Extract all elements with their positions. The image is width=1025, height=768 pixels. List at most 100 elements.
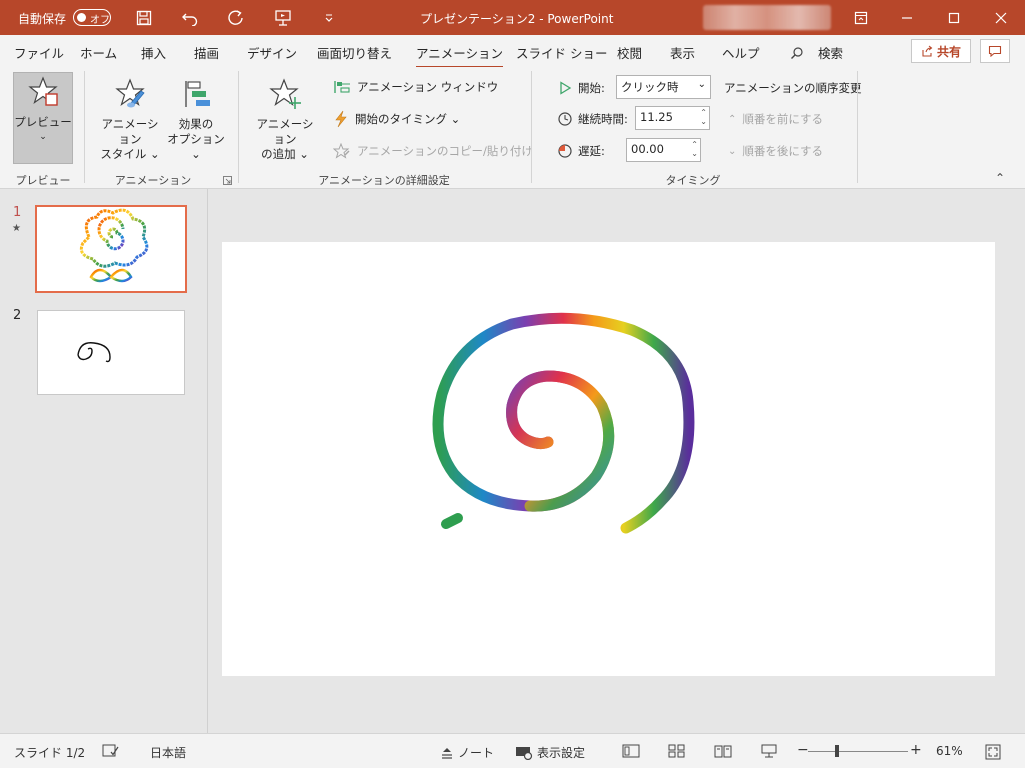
display-settings-icon	[516, 746, 533, 760]
flower-drawing	[79, 208, 149, 283]
tab-draw[interactable]: 描画	[194, 43, 219, 62]
duration-label-row: 継続時間:	[558, 111, 628, 127]
duration-label: 継続時間:	[578, 112, 628, 126]
tab-design[interactable]: デザイン	[247, 43, 297, 62]
zoom-slider-thumb[interactable]	[835, 745, 839, 757]
zoom-slider-track[interactable]	[808, 751, 908, 752]
trigger-button[interactable]: 開始のタイミング ⌄	[333, 110, 460, 128]
language-indicator[interactable]: 日本語	[150, 744, 186, 761]
undo-icon[interactable]	[179, 7, 201, 29]
animation-pane-button[interactable]: アニメーション ウィンドウ	[333, 79, 498, 95]
move-later-label: 順番を後にする	[742, 144, 824, 158]
customize-qat-icon[interactable]	[318, 7, 340, 29]
zoom-out-icon[interactable]: −	[797, 742, 809, 758]
animation-dialog-launcher-icon[interactable]	[223, 174, 232, 188]
spiral-sketch	[77, 342, 111, 363]
lightning-icon	[335, 110, 347, 128]
slideshow-view-icon[interactable]	[760, 744, 778, 758]
group-divider	[84, 71, 85, 183]
maximize-icon[interactable]	[943, 7, 965, 29]
effect-options-button[interactable]: 効果の オプション ⌄	[165, 77, 227, 162]
normal-view-icon[interactable]	[622, 744, 640, 758]
move-later-button[interactable]: ⌄ 順番を後にする	[728, 143, 823, 159]
account-name-blurred[interactable]	[703, 5, 831, 30]
save-icon[interactable]	[133, 7, 155, 29]
start-select[interactable]: クリック時 ⌄	[616, 75, 711, 99]
preview-label: プレビュー	[14, 115, 72, 129]
delay-spinner[interactable]: 00.00 ⌃ ⌄	[626, 138, 701, 162]
redo-icon[interactable]	[225, 7, 247, 29]
slide-sorter-icon[interactable]	[668, 744, 686, 758]
add-animation-button[interactable]: アニメーション の追加 ⌄	[251, 77, 319, 162]
effect-options-label-1: 効果の	[178, 117, 214, 131]
chevron-down-icon: ⌄	[728, 145, 737, 157]
notes-icon	[442, 747, 452, 759]
animation-painter-label: アニメーションのコピー/貼り付け	[357, 144, 533, 158]
tab-file[interactable]: ファイル	[14, 43, 64, 62]
reading-view-icon[interactable]	[714, 744, 732, 758]
preview-button-content[interactable]: プレビュー ⌄	[13, 75, 73, 145]
start-label: 開始:	[578, 81, 605, 95]
tab-slideshow[interactable]: スライド ショー	[516, 43, 607, 62]
display-settings-button[interactable]: 表示設定	[515, 744, 585, 761]
slide-number: 1	[13, 205, 22, 220]
slide-number: 2	[13, 308, 22, 323]
notes-button[interactable]: ノート	[440, 744, 494, 761]
duration-value: 11.25	[640, 110, 673, 124]
minimize-icon[interactable]	[896, 7, 918, 29]
ribbon-tabs: ファイル ホーム 挿入 描画 デザイン 画面切り替え アニメーション スライド …	[0, 35, 1025, 68]
slide-canvas[interactable]	[222, 242, 995, 676]
tab-help[interactable]: ヘルプ	[722, 43, 760, 62]
delay-clock-icon	[558, 144, 572, 158]
move-earlier-button[interactable]: ⌃ 順番を前にする	[728, 111, 823, 127]
autosave-state: オフ	[90, 15, 110, 26]
comments-button[interactable]	[980, 39, 1010, 63]
document-title: プレゼンテーション2 - PowerPoint	[420, 12, 614, 26]
zoom-level[interactable]: 61%	[936, 744, 963, 758]
tab-view[interactable]: 表示	[670, 43, 695, 62]
play-icon	[560, 81, 572, 95]
slide-thumbnail-1[interactable]	[35, 205, 187, 293]
animation-styles-icon	[115, 78, 145, 108]
duration-spinner[interactable]: 11.25 ⌃ ⌄	[635, 106, 710, 130]
delay-value: 00.00	[631, 142, 664, 156]
delay-label: 遅延:	[578, 144, 605, 158]
group-label-preview: プレビュー	[15, 174, 71, 187]
search-label: 検索	[818, 46, 844, 61]
chevron-down-icon: ⌄	[697, 79, 706, 90]
collapse-ribbon-icon[interactable]: ⌃	[995, 171, 1005, 185]
reorder-title: アニメーションの順序変更	[724, 81, 862, 95]
search-box[interactable]: 検索	[790, 43, 843, 62]
add-animation-star-icon	[269, 78, 301, 109]
spinner-arrows-icon[interactable]: ⌃ ⌄	[700, 108, 707, 126]
animation-painter-button[interactable]: アニメーションのコピー/貼り付け	[333, 143, 533, 159]
animation-styles-button[interactable]: アニメーション スタイル ⌄	[97, 77, 163, 162]
fit-to-window-icon[interactable]	[985, 744, 1001, 760]
tab-home[interactable]: ホーム	[80, 43, 117, 62]
presenter-icon[interactable]	[272, 7, 294, 29]
share-button[interactable]: 共有	[911, 39, 971, 63]
tab-review[interactable]: 校閲	[617, 43, 642, 62]
add-animation-label-2: の追加 ⌄	[261, 147, 309, 161]
animation-styles-label-2: スタイル ⌄	[100, 147, 160, 161]
preview-chevron-icon: ⌄	[39, 132, 47, 142]
tab-animations[interactable]: アニメーション	[416, 43, 504, 68]
ribbon-display-icon[interactable]	[850, 7, 872, 29]
preview-star-icon	[28, 76, 58, 106]
accessibility-check-button[interactable]	[102, 744, 120, 758]
effect-options-icon	[185, 81, 210, 107]
tab-transitions[interactable]: 画面切り替え	[317, 43, 392, 62]
slide-counter: スライド 1/2	[14, 746, 86, 760]
spinner-arrows-icon[interactable]: ⌃ ⌄	[691, 140, 698, 158]
zoom-in-icon[interactable]: +	[910, 742, 922, 758]
display-settings-label: 表示設定	[537, 746, 586, 760]
autosave-label: 自動保存	[18, 12, 67, 26]
animation-star-icon: ★	[12, 223, 21, 234]
rainbow-spiral-drawing[interactable]	[222, 242, 995, 676]
autosave-toggle[interactable]: オフ	[73, 9, 111, 26]
tab-insert[interactable]: 挿入	[141, 43, 166, 62]
slide-thumbnail-2[interactable]	[37, 310, 185, 395]
start-select-value: クリック時	[621, 80, 679, 94]
chevron-up-icon: ⌃	[728, 113, 737, 125]
close-icon[interactable]	[990, 7, 1012, 29]
